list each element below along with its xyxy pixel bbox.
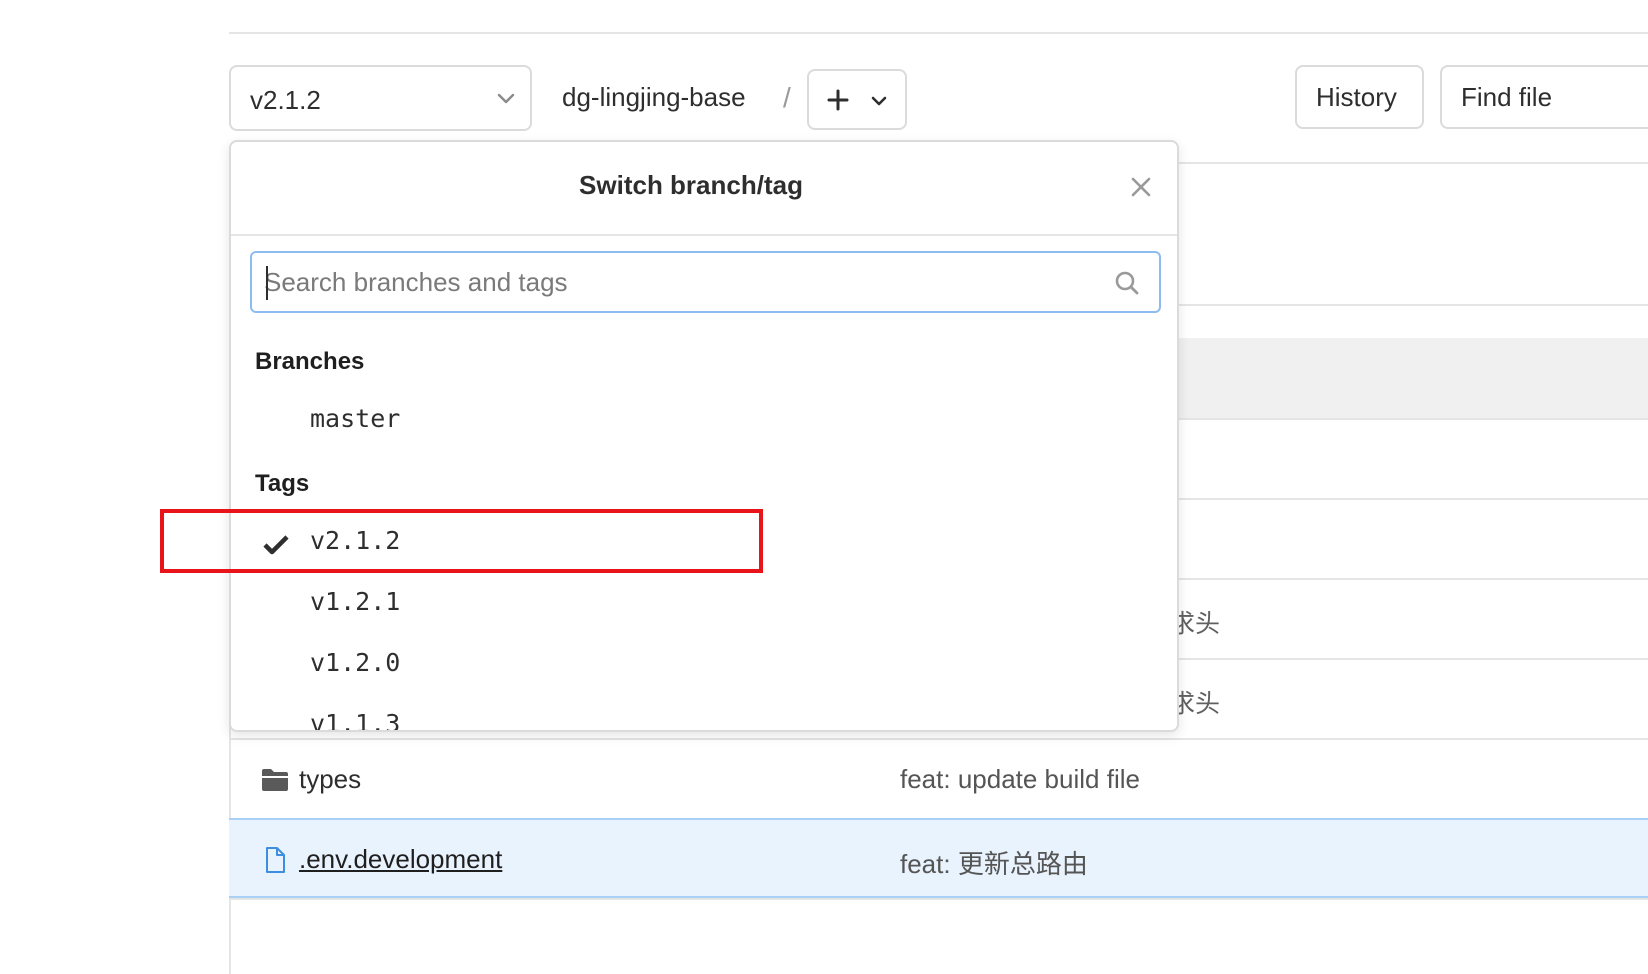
- annotation-highlight-box: [160, 509, 763, 573]
- tag-item-label: v1.1.3: [310, 709, 401, 732]
- ref-switcher-label: v2.1.2: [250, 85, 321, 115]
- tags-header: Tags: [255, 470, 310, 497]
- branches-header: Branches: [255, 348, 365, 375]
- commit-message[interactable]: feat: update build file: [900, 764, 1140, 795]
- table-row[interactable]: .env.development feat: 更新总路由: [229, 818, 1648, 898]
- table-divider: [229, 898, 1648, 900]
- add-file-dropdown-button[interactable]: [807, 69, 907, 130]
- breadcrumb-separator: /: [783, 82, 791, 113]
- search-icon: [1115, 271, 1139, 295]
- dropdown-title: Switch branch/tag: [579, 170, 803, 200]
- plus-icon: [827, 89, 849, 111]
- top-divider: [229, 32, 1648, 34]
- text-cursor: [266, 266, 268, 300]
- ref-switcher-dropdown[interactable]: v2.1.2: [229, 65, 532, 131]
- table-row[interactable]: types feat: update build file: [229, 740, 1648, 820]
- close-icon[interactable]: [1129, 175, 1153, 199]
- chevron-down-icon: [497, 93, 515, 104]
- folder-icon: [262, 769, 288, 791]
- branch-item-label: master: [310, 404, 401, 433]
- chevron-down-icon: [871, 96, 887, 106]
- breadcrumb-project[interactable]: dg-lingjing-base: [562, 82, 746, 113]
- history-button[interactable]: History: [1295, 65, 1424, 129]
- file-name-link[interactable]: .env.development: [299, 844, 502, 875]
- tag-item-label: v1.2.1: [310, 587, 401, 616]
- search-field[interactable]: [250, 251, 1161, 313]
- file-name-link[interactable]: types: [299, 764, 361, 795]
- tag-item-label: v1.2.0: [310, 648, 401, 677]
- tag-item-v1.1.3[interactable]: v1.1.3: [231, 699, 1177, 732]
- dropdown-divider: [231, 234, 1177, 236]
- find-file-button[interactable]: Find file: [1440, 65, 1648, 129]
- search-input[interactable]: [264, 261, 1104, 303]
- commit-message[interactable]: feat: 更新总路由: [900, 844, 1088, 881]
- switch-branch-tag-dropdown: Switch branch/tag Branches master Tags v…: [229, 140, 1179, 732]
- tag-item-v1.2.0[interactable]: v1.2.0: [231, 638, 1177, 696]
- file-icon: [266, 847, 285, 873]
- branch-item-master[interactable]: master: [231, 394, 1177, 452]
- tag-item-v1.2.1[interactable]: v1.2.1: [231, 577, 1177, 635]
